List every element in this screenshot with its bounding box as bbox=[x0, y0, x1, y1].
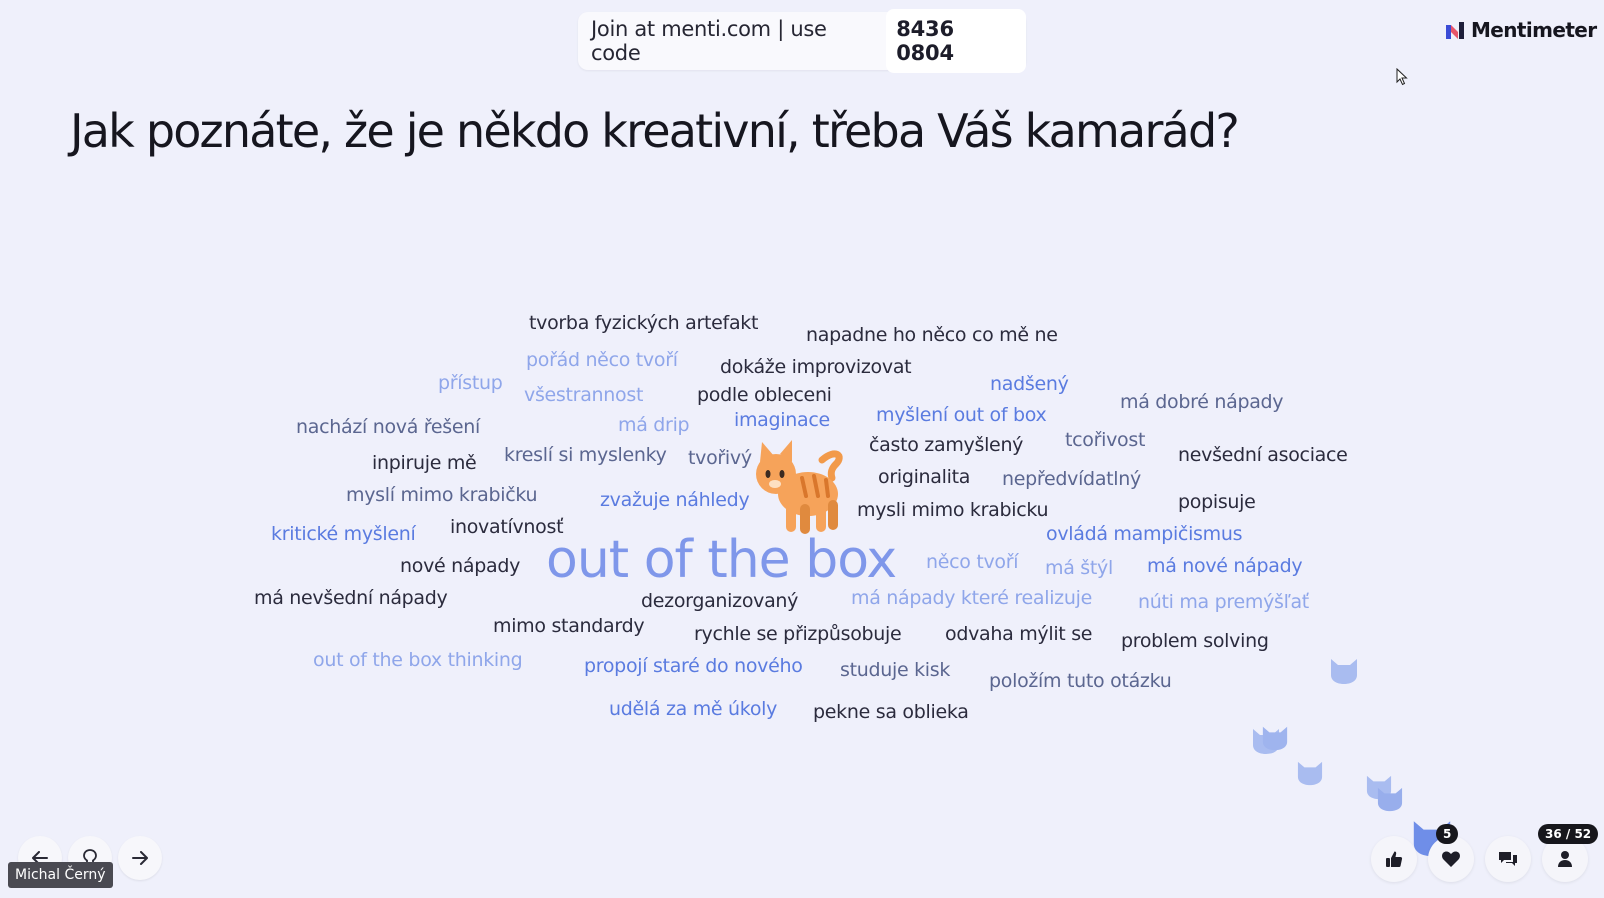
participant-count-badge: 36 / 52 bbox=[1538, 824, 1599, 844]
word-cloud-item: out of the box bbox=[546, 530, 897, 590]
reaction-cat-icon bbox=[1297, 761, 1323, 786]
word-cloud-item: dokáže improvizovat bbox=[720, 356, 912, 378]
word-cloud-item: myšlení out of box bbox=[876, 404, 1047, 426]
word-cloud-item: núti ma premýšľať bbox=[1138, 591, 1309, 613]
word-cloud-item: nové nápady bbox=[400, 555, 521, 577]
word-cloud-item: originalita bbox=[878, 466, 971, 488]
cat-emoji-icon bbox=[756, 440, 843, 534]
word-cloud-item: propojí staré do nového bbox=[584, 655, 803, 677]
next-slide-button[interactable] bbox=[118, 836, 162, 880]
reaction-count-badge: 5 bbox=[1436, 824, 1459, 844]
word-cloud-item: studuje kisk bbox=[840, 659, 951, 681]
word-cloud-item: kritické myšlení bbox=[271, 523, 416, 545]
word-cloud-item: dezorganizovaný bbox=[641, 590, 799, 612]
word-cloud-item: zvažuje náhledy bbox=[600, 489, 750, 511]
word-cloud-item: problem solving bbox=[1121, 630, 1269, 652]
person-icon bbox=[1558, 851, 1572, 867]
word-cloud-item: out of the box thinking bbox=[313, 649, 523, 671]
word-cloud-item: podle obleceni bbox=[697, 384, 832, 406]
word-cloud-item: něco tvoří bbox=[926, 551, 1019, 573]
thumbs-up-icon bbox=[1386, 851, 1403, 867]
word-cloud-item: inpiruje mě bbox=[372, 452, 477, 474]
word-cloud-item: tvorba fyzických artefakt bbox=[529, 312, 759, 334]
presenter-name-tag: Michal Černý bbox=[8, 862, 113, 888]
word-cloud-item: tcořivost bbox=[1065, 429, 1146, 451]
word-cloud-item: kreslí si myslenky bbox=[504, 444, 667, 466]
word-cloud-item: mysli mimo krabicku bbox=[857, 499, 1049, 521]
word-cloud-item: má dobré nápady bbox=[1120, 391, 1284, 413]
word-cloud-item: má nápady které realizuje bbox=[851, 587, 1092, 609]
reaction-cat-icon bbox=[1377, 787, 1403, 812]
arrow-right-icon bbox=[132, 851, 148, 865]
heart-icon bbox=[1442, 851, 1460, 867]
word-cloud-item: nevšední asociace bbox=[1178, 444, 1348, 466]
word-cloud-item: má drip bbox=[618, 414, 690, 436]
word-cloud-item: má nové nápady bbox=[1147, 555, 1303, 577]
word-cloud-item: rychle se přizpůsobuje bbox=[694, 623, 902, 645]
word-cloud-item: pořád něco tvoří bbox=[526, 349, 678, 371]
word-cloud-item: nachází nová řešení bbox=[296, 416, 480, 438]
reaction-cat-icon bbox=[1262, 726, 1288, 751]
word-cloud-item: udělá za mě úkoly bbox=[609, 698, 778, 720]
word-cloud-item: má štýl bbox=[1045, 557, 1113, 579]
word-cloud-item: nepředvídatlný bbox=[1002, 468, 1141, 490]
word-cloud-item: odvaha mýlit se bbox=[945, 623, 1093, 645]
reaction-cat-icon bbox=[1331, 659, 1357, 684]
word-cloud-item: přístup bbox=[438, 372, 503, 394]
word-cloud-item: napadne ho něco co mě ne bbox=[806, 324, 1058, 346]
word-cloud-item: často zamyšlený bbox=[869, 434, 1024, 456]
word-cloud-item: popisuje bbox=[1178, 491, 1256, 513]
like-reaction-button[interactable] bbox=[1371, 836, 1417, 882]
word-cloud-item: položím tuto otázku bbox=[989, 670, 1172, 692]
word-cloud-item: nadšený bbox=[990, 373, 1069, 395]
word-cloud-item: myslí mimo krabičku bbox=[346, 484, 538, 506]
chat-icon bbox=[1499, 852, 1517, 866]
word-cloud-item: má nevšední nápady bbox=[254, 587, 448, 609]
word-cloud-item: imaginace bbox=[734, 409, 830, 431]
word-cloud-item: mimo standardy bbox=[493, 615, 645, 637]
word-cloud-item: všestrannost bbox=[524, 384, 644, 406]
word-cloud-item: tvořivý bbox=[688, 447, 752, 469]
word-cloud-item: pekne sa oblieka bbox=[813, 701, 969, 723]
word-cloud-item: ovládá mampičismus bbox=[1046, 523, 1243, 545]
qa-button[interactable] bbox=[1485, 836, 1531, 882]
